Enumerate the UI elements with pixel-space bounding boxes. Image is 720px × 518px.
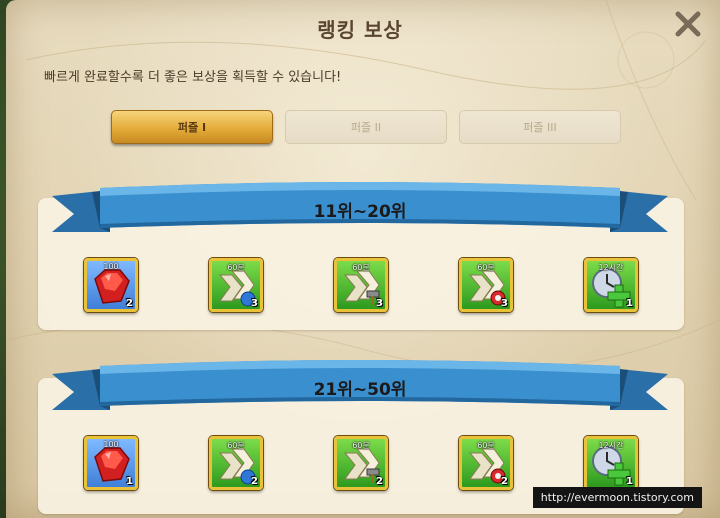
reward-count: 2 xyxy=(376,476,383,487)
reward-count: 3 xyxy=(251,298,258,309)
reward-speedup[interactable]: 60분 2 xyxy=(334,436,388,490)
reward-duration: 60분 xyxy=(477,441,495,450)
tab-puzzle-2[interactable]: 퍼즐 II xyxy=(285,110,447,144)
reward-duration: 60분 xyxy=(227,263,245,272)
reward-heal[interactable]: 12시간 1 xyxy=(584,258,638,312)
reward-duration: 60분 xyxy=(352,441,370,450)
reward-speedup[interactable]: 60분 3 xyxy=(209,258,263,312)
reward-speedup[interactable]: 60분 3 xyxy=(334,258,388,312)
reward-count: 2 xyxy=(251,476,258,487)
close-icon xyxy=(675,11,701,37)
tab-puzzle-1[interactable]: 퍼즐 I xyxy=(111,110,273,144)
reward-count: 3 xyxy=(501,298,508,309)
reward-count: 3 xyxy=(376,298,383,309)
reward-duration: 60분 xyxy=(477,263,495,272)
reward-amount: 100 xyxy=(103,262,119,271)
tier-label: 21위~50위 xyxy=(313,380,407,400)
reward-duration: 12시간 xyxy=(598,263,624,272)
reward-duration: 12시간 xyxy=(598,441,624,450)
close-button[interactable] xyxy=(672,8,704,40)
reward-speedup[interactable]: 60분 3 xyxy=(459,258,513,312)
reward-duration: 60분 xyxy=(352,263,370,272)
reward-heal[interactable]: 12시간 1 xyxy=(584,436,638,490)
reward-gem[interactable]: 100 1 xyxy=(84,436,138,490)
reward-duration: 60분 xyxy=(227,441,245,450)
reward-count: 1 xyxy=(626,476,633,487)
reward-count: 1 xyxy=(626,298,633,309)
tier-ribbon-2: 21위~50위 xyxy=(52,358,668,418)
blog-watermark: http://evermoon.tistory.com xyxy=(532,487,702,508)
puzzle-tabs: 퍼즐 I 퍼즐 II 퍼즐 III xyxy=(111,110,621,144)
tier-ribbon-1: 11위~20위 xyxy=(52,180,668,240)
ranking-reward-screen: 랭킹 보상 빠르게 완료할수록 더 좋은 보상을 획득할 수 있습니다! 퍼즐 … xyxy=(0,0,720,518)
reward-speedup[interactable]: 60분 2 xyxy=(459,436,513,490)
page-title: 랭킹 보상 xyxy=(317,18,403,42)
reward-count: 2 xyxy=(126,298,133,309)
tab-puzzle-3[interactable]: 퍼즐 III xyxy=(459,110,621,144)
reward-count: 1 xyxy=(126,476,133,487)
tier-label: 11위~20위 xyxy=(313,202,407,222)
reward-count: 2 xyxy=(501,476,508,487)
reward-gem[interactable]: 100 2 xyxy=(84,258,138,312)
reward-speedup[interactable]: 60분 2 xyxy=(209,436,263,490)
reward-amount: 100 xyxy=(103,440,119,449)
reward-description: 빠르게 완료할수록 더 좋은 보상을 획득할 수 있습니다! xyxy=(44,70,342,85)
